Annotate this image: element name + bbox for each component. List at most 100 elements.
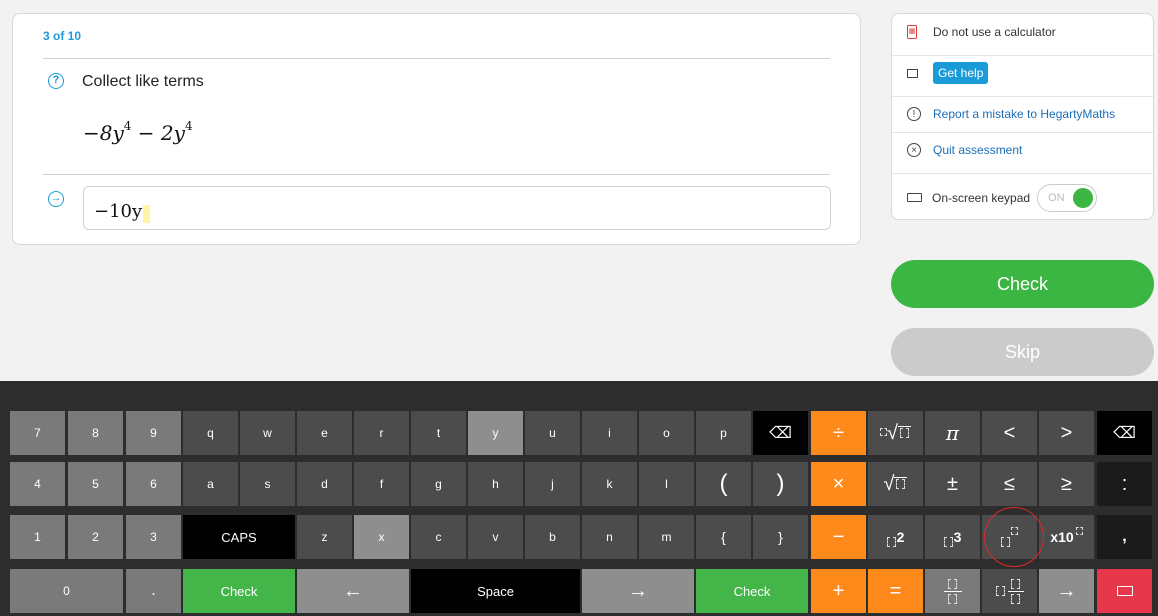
key-less-equal[interactable]: ≤ (982, 462, 1037, 506)
answer-value: −10y (94, 201, 143, 222)
key-pi[interactable]: π (925, 411, 980, 455)
key-o[interactable]: o (639, 411, 694, 455)
key-close-paren[interactable]: ) (753, 462, 808, 506)
key-divide[interactable]: ÷ (811, 411, 866, 455)
key-open-paren[interactable]: ( (696, 462, 751, 506)
quit-row[interactable]: × Quit assessment (892, 132, 1153, 167)
get-help-button[interactable]: Get help (933, 62, 989, 84)
key-4[interactable]: 4 (10, 462, 65, 506)
keyboard-hide-icon[interactable] (1097, 569, 1152, 613)
exponent-label: 2 (896, 529, 905, 545)
key-colon[interactable]: : (1097, 462, 1152, 506)
keypad-check-button-2[interactable]: Check (696, 569, 808, 613)
exponent-1: 4 (123, 119, 132, 133)
report-row[interactable]: ! Report a mistake to HegartyMaths (892, 96, 1153, 131)
arrow-right-icon[interactable]: → (1039, 569, 1094, 613)
key-plus-minus[interactable]: ± (925, 462, 980, 506)
quit-assessment-link[interactable]: Quit assessment (933, 143, 1022, 157)
key-w[interactable]: w (240, 411, 295, 455)
key-x[interactable]: x (354, 515, 409, 559)
backspace-icon[interactable]: ⌫ (753, 411, 808, 455)
fraction-part-icon (1007, 578, 1024, 604)
question-expression: −8y4 − 2y4 (83, 119, 193, 145)
arrow-right-icon[interactable]: → (582, 569, 694, 613)
key-c[interactable]: c (411, 515, 466, 559)
question-counter: 3 of 10 (43, 29, 82, 43)
key-2[interactable]: 2 (68, 515, 123, 559)
key-close-brace[interactable]: } (753, 515, 808, 559)
x10-label: x10 (1050, 529, 1074, 545)
key-b[interactable]: b (525, 515, 580, 559)
key-times-ten-power[interactable]: x10 (1039, 515, 1094, 559)
get-help-row: Get help (892, 55, 1153, 90)
key-m[interactable]: m (639, 515, 694, 559)
key-cube[interactable]: 3 (925, 515, 980, 559)
key-1[interactable]: 1 (10, 515, 65, 559)
key-plus[interactable]: + (811, 569, 866, 613)
key-y[interactable]: y (468, 411, 523, 455)
key-p[interactable]: p (696, 411, 751, 455)
key-minus[interactable]: − (811, 515, 866, 559)
arrow-left-icon[interactable]: ← (297, 569, 409, 613)
key-h[interactable]: h (468, 462, 523, 506)
key-mixed-fraction[interactable] (982, 569, 1037, 613)
key-fraction[interactable] (925, 569, 980, 613)
key-a[interactable]: a (183, 462, 238, 506)
key-z[interactable]: z (297, 515, 352, 559)
keypad-check-button[interactable]: Check (183, 569, 295, 613)
calculator-icon: ▦ (907, 24, 917, 39)
key-less-than[interactable]: < (982, 411, 1037, 455)
key-nth-root[interactable]: √ (868, 411, 923, 455)
key-multiply[interactable]: × (811, 462, 866, 506)
key-v[interactable]: v (468, 515, 523, 559)
answer-input[interactable]: −10y (83, 186, 831, 230)
key-j[interactable]: j (525, 462, 580, 506)
backspace-icon[interactable]: ⌫ (1097, 411, 1152, 455)
key-6[interactable]: 6 (126, 462, 181, 506)
report-mistake-link[interactable]: Report a mistake to HegartyMaths (933, 107, 1115, 121)
key-8[interactable]: 8 (68, 411, 123, 455)
calculator-text: Do not use a calculator (933, 24, 1056, 39)
key-square[interactable]: 2 (868, 515, 923, 559)
key-r[interactable]: r (354, 411, 409, 455)
keypad-toggle[interactable]: ON (1037, 183, 1098, 212)
key-n[interactable]: n (582, 515, 637, 559)
key-greater-than[interactable]: > (1039, 411, 1094, 455)
key-decimal[interactable]: . (126, 569, 181, 613)
key-square-root[interactable]: √ (868, 462, 923, 506)
key-equals[interactable]: = (868, 569, 923, 613)
exclamation-icon: ! (907, 107, 921, 121)
key-f[interactable]: f (354, 462, 409, 506)
divider (43, 174, 830, 175)
skip-button[interactable]: Skip (891, 328, 1154, 376)
key-g[interactable]: g (411, 462, 466, 506)
keyboard-icon (907, 193, 922, 202)
question-instruction: Collect like terms (82, 73, 204, 90)
root-box-icon (894, 476, 908, 492)
key-9[interactable]: 9 (126, 411, 181, 455)
key-u[interactable]: u (525, 411, 580, 455)
key-t[interactable]: t (411, 411, 466, 455)
key-0[interactable]: 0 (10, 569, 123, 613)
key-greater-equal[interactable]: ≥ (1039, 462, 1094, 506)
key-3[interactable]: 3 (126, 515, 181, 559)
key-l[interactable]: l (639, 462, 694, 506)
key-s[interactable]: s (240, 462, 295, 506)
key-7[interactable]: 7 (10, 411, 65, 455)
exponent-2: 4 (184, 119, 193, 133)
base-box-icon (943, 537, 953, 547)
key-open-brace[interactable]: { (696, 515, 751, 559)
key-e[interactable]: e (297, 411, 352, 455)
keypad-toggle-row: On-screen keypad ON (892, 173, 1153, 219)
key-comma[interactable]: , (1097, 515, 1152, 559)
space-key[interactable]: Space (411, 569, 580, 613)
key-d[interactable]: d (297, 462, 352, 506)
check-button[interactable]: Check (891, 260, 1154, 308)
key-q[interactable]: q (183, 411, 238, 455)
caps-key[interactable]: CAPS (183, 515, 295, 559)
key-k[interactable]: k (582, 462, 637, 506)
numerator-box-icon (948, 578, 957, 589)
toggle-text: ON (1048, 191, 1065, 204)
key-5[interactable]: 5 (68, 462, 123, 506)
key-i[interactable]: i (582, 411, 637, 455)
